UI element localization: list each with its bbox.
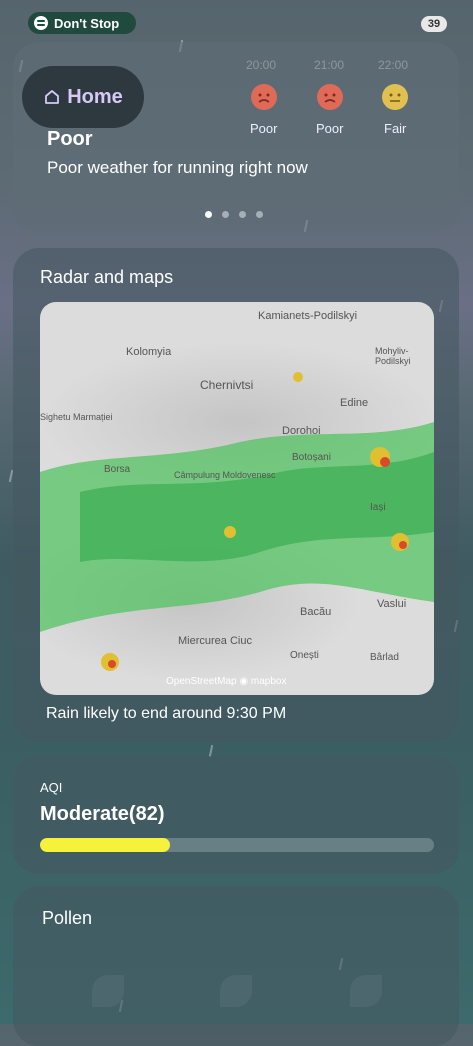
mapbox-icon: ◉ xyxy=(239,676,249,687)
running-rating-title: Poor xyxy=(47,128,93,150)
osm-credit: OpenStreetMap xyxy=(166,676,237,687)
page-dot[interactable] xyxy=(239,211,246,218)
home-icon xyxy=(43,88,61,106)
aqi-bar-fill xyxy=(40,838,171,852)
map-attribution[interactable]: OpenStreetMap ◉ mapbox xyxy=(166,676,286,687)
mapbox-credit: mapbox xyxy=(250,676,287,687)
spotify-icon xyxy=(34,16,48,30)
hour-label: 20:00 xyxy=(246,58,277,72)
poor-face-icon xyxy=(317,84,343,110)
fair-face-icon xyxy=(382,84,408,110)
leaf-icon xyxy=(92,975,124,1007)
leaf-icon xyxy=(350,975,382,1007)
leaf-icon xyxy=(220,975,252,1007)
map-place-label: Mohyliv-Podilskyi xyxy=(375,346,411,366)
home-label: Home xyxy=(67,85,123,108)
map-place-label: Chernivtsi xyxy=(200,378,254,392)
pollen-title: Pollen xyxy=(42,908,93,928)
radar-title: Radar and maps xyxy=(40,267,174,287)
page-indicator[interactable] xyxy=(205,211,263,218)
running-rating-description: Poor weather for running right now xyxy=(47,158,308,177)
map-place-label: Câmpulung Moldovenesc xyxy=(174,470,276,480)
map-place-label: Botoșani xyxy=(292,452,331,463)
battery-indicator: 39 xyxy=(421,16,447,32)
map-place-label: Iași xyxy=(370,502,386,513)
page-dot[interactable] xyxy=(256,211,263,218)
hour-label: 22:00 xyxy=(378,58,409,72)
now-playing-pill[interactable]: Don't Stop xyxy=(28,12,136,34)
aqi-label: AQI xyxy=(40,780,63,795)
map-place-label: Edine xyxy=(340,397,369,409)
hour-rating: Poor xyxy=(250,121,278,136)
aqi-bar xyxy=(40,838,434,852)
page-dot[interactable] xyxy=(205,211,212,218)
map-place-label: Onești xyxy=(290,650,319,661)
hour-rating: Poor xyxy=(316,121,344,136)
page-dot[interactable] xyxy=(222,211,229,218)
home-button[interactable]: Home xyxy=(22,66,144,128)
map-place-label: Bacău xyxy=(300,606,332,618)
map-place-label: Dorohoi xyxy=(282,425,321,437)
map-place-label: Miercurea Ciuc xyxy=(178,635,252,647)
poor-face-icon xyxy=(251,84,277,110)
map-place-label: Kolomyia xyxy=(126,346,172,358)
map-place-label: Sighetu Marmației xyxy=(40,412,113,422)
radar-map[interactable]: Kamianets-Podilskyi Kolomyia Mohyliv-Pod… xyxy=(40,302,434,695)
hour-rating: Fair xyxy=(384,121,407,136)
hour-label: 21:00 xyxy=(314,58,345,72)
map-place-label: Kamianets-Podilskyi xyxy=(258,310,358,322)
now-playing-title: Don't Stop xyxy=(54,15,120,31)
map-place-label: Bârlad xyxy=(370,652,399,663)
map-place-label: Vaslui xyxy=(377,598,407,610)
aqi-value: Moderate(82) xyxy=(40,803,165,825)
map-place-label: Borsa xyxy=(104,464,131,475)
rain-end-note: Rain likely to end around 9:30 PM xyxy=(46,705,287,722)
